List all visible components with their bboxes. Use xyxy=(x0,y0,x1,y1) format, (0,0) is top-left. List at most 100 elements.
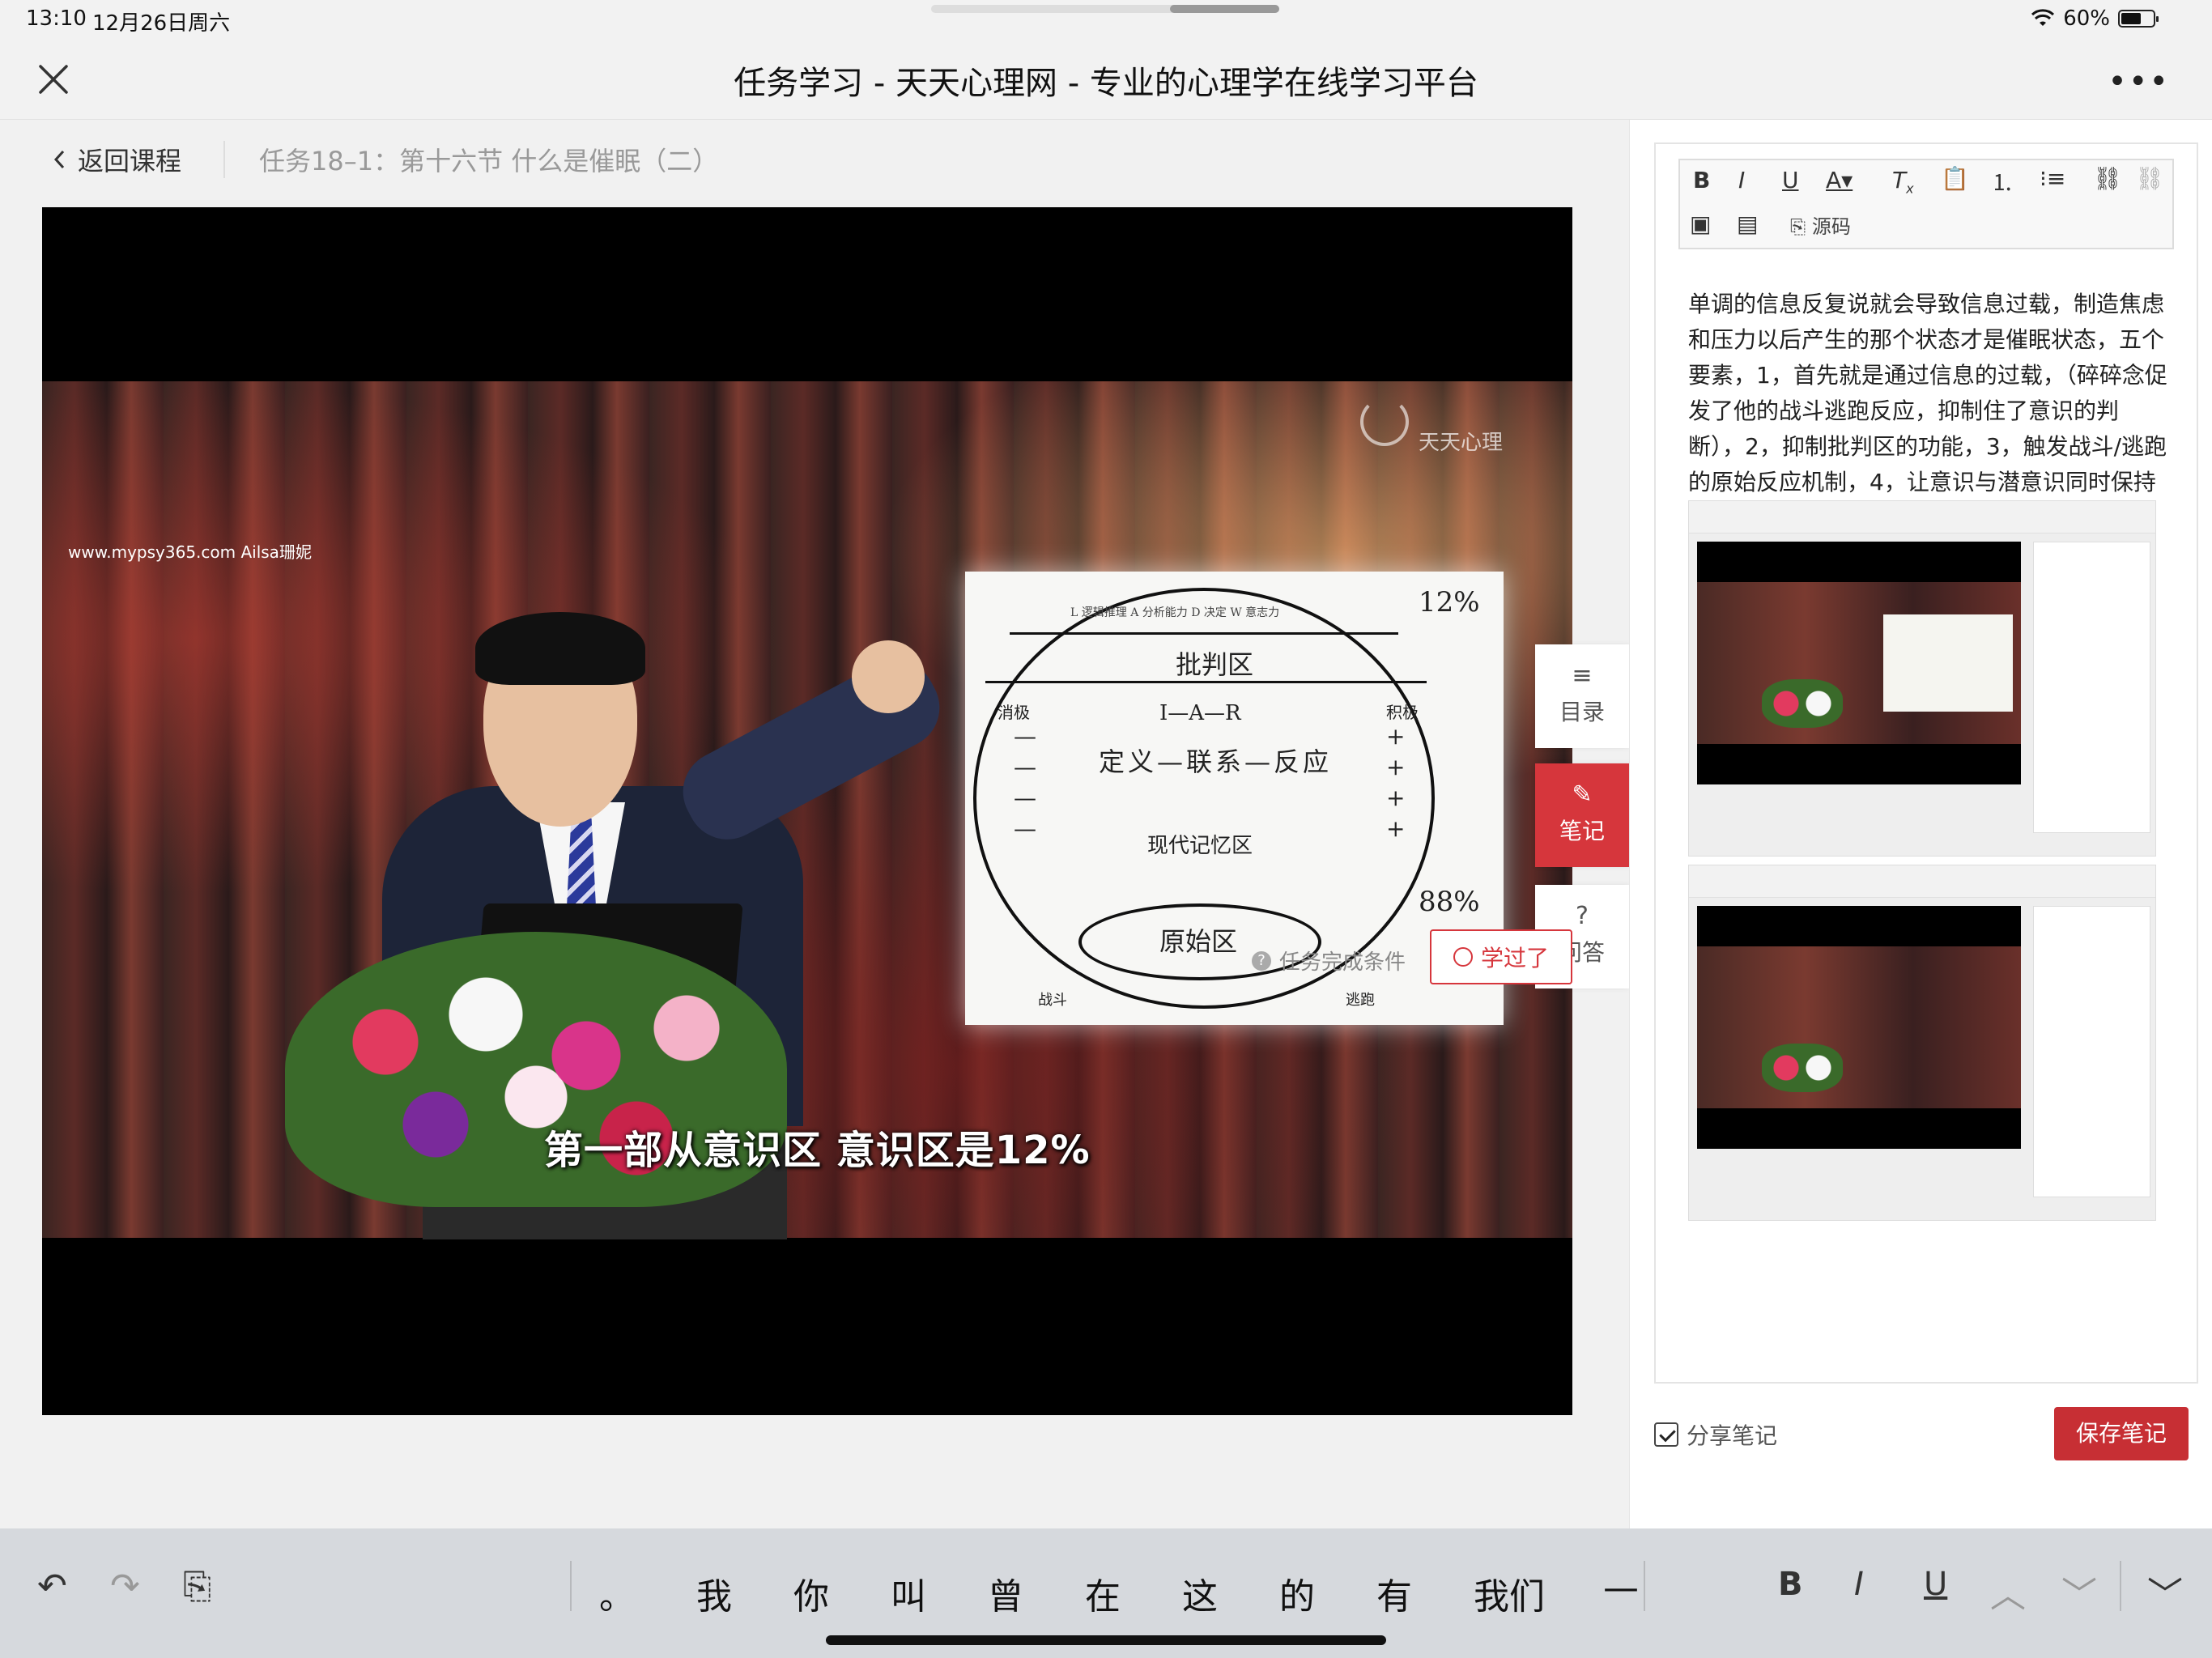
task-condition-link[interactable]: ? 任务完成条件 xyxy=(1252,946,1406,976)
lesson-area: 返回课程 任务18–1：第十六节 什么是催眠（二） www.mypsy365.c… xyxy=(0,120,1629,1528)
question-icon: ? xyxy=(1576,902,1589,930)
thumb-video xyxy=(1697,542,2021,784)
minus-mark: — xyxy=(1014,723,1036,750)
thumb-flowers xyxy=(1762,1044,1843,1092)
slide-minus-marks: — — — — xyxy=(1014,721,1036,844)
learned-label: 学过了 xyxy=(1480,945,1549,971)
slide-percent-top: 12% xyxy=(1419,586,1480,619)
circle-icon xyxy=(1453,947,1473,967)
slide-negative-label: 消极 xyxy=(998,703,1030,722)
image-icon[interactable]: ▣ xyxy=(1690,210,1711,237)
help-icon: ? xyxy=(1252,950,1271,971)
italic-format-button[interactable]: I xyxy=(1854,1566,1864,1603)
thumb-flowers xyxy=(1762,679,1843,728)
plus-mark: + xyxy=(1386,784,1406,811)
dismiss-keyboard-icon[interactable]: ﹀ xyxy=(2147,1566,2183,1618)
candidate-word[interactable]: 我 xyxy=(696,1567,732,1619)
source-code-label: 源码 xyxy=(1811,215,1851,238)
video-player[interactable]: www.mypsy365.com Ailsa珊妮 天天心理 12% 88% L … xyxy=(42,207,1572,1415)
font-color-icon[interactable]: A▾ xyxy=(1826,167,1853,193)
share-label: 分享笔记 xyxy=(1687,1422,1778,1449)
paste-icon[interactable]: ⎘ xyxy=(183,1566,211,1607)
ordered-list-icon[interactable]: ⒈ xyxy=(1991,165,2014,198)
candidate-word[interactable]: 叫 xyxy=(891,1567,926,1619)
list-icon: ≡ xyxy=(1572,661,1593,690)
candidate-word[interactable]: 有 xyxy=(1376,1567,1412,1619)
thumb-slide xyxy=(1883,614,2013,712)
slide-primitive-zone: 原始区 xyxy=(1159,926,1238,957)
minus-mark: — xyxy=(1014,784,1036,811)
video-subtitle: 第一部从意识区 意识区是12% xyxy=(544,1128,1091,1173)
thumb-nav xyxy=(1689,865,2155,898)
notes-panel: B I U A▾ Tx 📋 ⒈ ⁝≡ ⛓ ⛓ ▣ ▤ ⎘ 源码 单调的信息反复说… xyxy=(1629,120,2212,1528)
home-indicator[interactable] xyxy=(826,1635,1386,1645)
thumb-side-panel xyxy=(2033,906,2150,1197)
candidate-word[interactable]: 这 xyxy=(1182,1567,1218,1619)
underline-icon[interactable]: U xyxy=(1782,167,1799,193)
candidate-word[interactable]: — xyxy=(1603,1567,1639,1609)
back-to-course-link[interactable]: 返回课程 xyxy=(52,141,181,178)
paste-icon[interactable]: 📋 xyxy=(1941,165,1969,192)
circle-line-top xyxy=(1010,632,1398,635)
bullet-list-icon[interactable]: ⁝≡ xyxy=(2040,165,2065,192)
thumb-side-panel xyxy=(2033,542,2150,833)
bold-icon[interactable]: B xyxy=(1693,167,1710,193)
more-icon[interactable]: ••• xyxy=(2108,63,2170,100)
thumb-frame xyxy=(1697,946,2021,1108)
slide-percent-bottom: 88% xyxy=(1419,886,1480,918)
tab-notes-label: 笔记 xyxy=(1559,818,1605,844)
battery-percent: 60% xyxy=(2063,6,2110,31)
editor-toolbar: B I U A▾ Tx 📋 ⒈ ⁝≡ ⛓ ⛓ ▣ ▤ ⎘ 源码 xyxy=(1678,159,2174,249)
slide-fight-label: 战斗 xyxy=(1038,992,1067,1009)
kb-divider xyxy=(2120,1561,2121,1611)
slide-positive-label: 积极 xyxy=(1386,703,1419,722)
bold-format-button[interactable]: B xyxy=(1778,1566,1803,1603)
checkbox-checked-icon[interactable] xyxy=(1654,1422,1678,1447)
underline-format-button[interactable]: U xyxy=(1924,1566,1947,1603)
save-note-button[interactable]: 保存笔记 xyxy=(2054,1407,2189,1460)
unlink-icon[interactable]: ⛓ xyxy=(2135,165,2164,192)
kb-divider xyxy=(1644,1561,1645,1611)
link-icon[interactable]: ⛓ xyxy=(2093,165,2122,192)
candidate-word[interactable]: 在 xyxy=(1085,1567,1121,1619)
candidate-word[interactable]: 。 xyxy=(599,1567,635,1619)
video-frame[interactable]: www.mypsy365.com Ailsa珊妮 天天心理 12% 88% L … xyxy=(42,381,1572,1239)
speaker-hair xyxy=(475,612,645,685)
page-title: 任务学习 - 天天心理网 - 专业的心理学在线学习平台 xyxy=(734,65,1478,102)
video-watermark: www.mypsy365.com Ailsa珊妮 xyxy=(68,542,312,562)
candidate-word[interactable]: 我们 xyxy=(1474,1567,1545,1619)
slide-plus-marks: + + + + xyxy=(1386,721,1405,844)
share-note-toggle[interactable]: 分享笔记 xyxy=(1654,1418,1777,1451)
italic-icon[interactable]: I xyxy=(1738,167,1745,193)
keyboard-candidate-bar: ↶ ↷ ⎘ 。 我 你 叫 曾 在 这 的 有 我们 — B I U ︿ ﹀ ﹀ xyxy=(0,1528,2212,1658)
tab-catalog[interactable]: ≡ 目录 xyxy=(1535,644,1629,748)
note-image-2 xyxy=(1688,865,2156,1221)
status-time: 13:10 xyxy=(26,6,87,31)
note-text[interactable]: 单调的信息反复说就会导致信息过载，制造焦虑和压力以后产生的那个状态才是催眠状态，… xyxy=(1688,287,2174,536)
slide-iar: I—A—R xyxy=(1159,701,1241,725)
chevron-up-icon[interactable]: ︿ xyxy=(1990,1566,2026,1618)
chevron-down-icon[interactable]: ﹀ xyxy=(2061,1566,2097,1618)
candidate-word[interactable]: 曾 xyxy=(988,1567,1023,1619)
candidate-word[interactable]: 的 xyxy=(1279,1567,1315,1619)
slide-memory-zone: 现代记忆区 xyxy=(1147,834,1253,858)
slide-define-chain: 定义—联系—反应 xyxy=(1099,746,1333,777)
undo-icon[interactable]: ↶ xyxy=(37,1566,67,1607)
clear-format-icon[interactable]: Tx xyxy=(1892,167,1914,197)
note-editor[interactable]: B I U A▾ Tx 📋 ⒈ ⁝≡ ⛓ ⛓ ▣ ▤ ⎘ 源码 单调的信息反复说… xyxy=(1654,142,2198,1384)
tab-notes[interactable]: ✎ 笔记 xyxy=(1535,763,1629,867)
battery-icon xyxy=(2118,10,2159,28)
candidate-word[interactable]: 你 xyxy=(793,1567,829,1619)
chevron-left-icon xyxy=(53,150,65,169)
multitask-grabber[interactable] xyxy=(931,5,1279,13)
note-image-1 xyxy=(1688,500,2156,857)
source-code-button[interactable]: ⎘ 源码 xyxy=(1790,210,1851,239)
kb-divider xyxy=(570,1561,572,1611)
pencil-icon: ✎ xyxy=(1572,780,1593,809)
redo-icon[interactable]: ↷ xyxy=(110,1566,140,1607)
tab-catalog-label: 目录 xyxy=(1559,699,1605,725)
media-icon[interactable]: ▤ xyxy=(1737,210,1758,237)
mark-learned-button[interactable]: 学过了 xyxy=(1430,929,1572,984)
slide-critical-zone: 批判区 xyxy=(1176,649,1254,680)
thumb-video xyxy=(1697,906,2021,1149)
